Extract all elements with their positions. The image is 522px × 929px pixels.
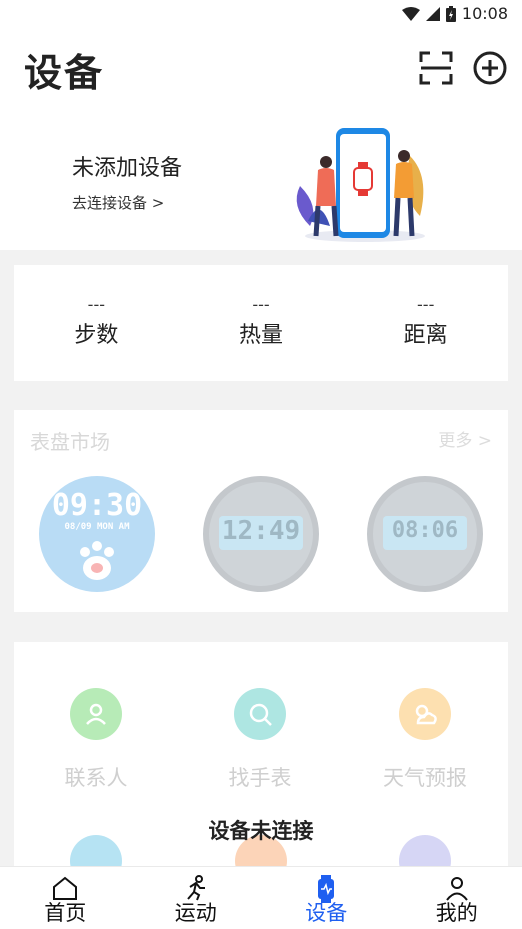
add-device-prompt[interactable]: 未添加设备 去连接设备 > (72, 150, 182, 213)
connect-device-link[interactable]: 去连接设备 > (72, 192, 182, 213)
tab-label: 首页 (0, 897, 131, 927)
stat-value: --- (14, 297, 179, 313)
tab-label: 运动 (131, 897, 262, 927)
connect-illustration (290, 126, 440, 244)
stat-label: 距离 (343, 317, 508, 349)
contact-icon (70, 688, 122, 740)
status-time: 10:08 (462, 4, 508, 23)
scan-button[interactable] (418, 50, 454, 86)
tab-device[interactable]: 设备 (261, 867, 392, 929)
wifi-icon (402, 7, 420, 21)
stat-label: 步数 (14, 317, 179, 349)
func-label: 找手表 (195, 762, 325, 792)
header: 设备 未添加设备 去连接设备 > (0, 28, 522, 250)
battery-icon (446, 6, 456, 22)
bottom-tab-bar: 首页 运动 设备 我的 (0, 866, 522, 929)
find-watch-icon (234, 688, 286, 740)
face-date: 08/09 MON AM (39, 522, 155, 532)
cat-paw-icon (75, 538, 119, 582)
tab-profile[interactable]: 我的 (392, 867, 522, 929)
stat-value: --- (179, 297, 344, 313)
tab-label: 我的 (392, 897, 522, 927)
watch-face-market: 表盘市场 更多 > 09:30 08/09 MON AM 12:49 08:06 (14, 410, 508, 612)
watch-face-2[interactable]: 12:49 (203, 476, 319, 592)
hero-title: 未添加设备 (72, 150, 182, 182)
face-time: 09:30 (39, 488, 155, 523)
add-circle-icon (473, 51, 507, 85)
stat-label: 热量 (179, 317, 344, 349)
tab-label: 设备 (261, 897, 392, 927)
face-time: 12:49 (209, 516, 313, 546)
add-device-button[interactable] (472, 50, 508, 86)
stat-steps: --- 步数 (14, 265, 179, 381)
weather-icon (399, 688, 451, 740)
stats-card: --- 步数 --- 热量 --- 距离 (14, 265, 508, 381)
func-contacts[interactable]: 联系人 (31, 688, 161, 792)
watch-face-1[interactable]: 09:30 08/09 MON AM (39, 476, 155, 592)
market-title: 表盘市场 (30, 426, 110, 455)
more-link[interactable]: 更多 > (438, 426, 492, 451)
page-title: 设备 (24, 42, 104, 97)
func-label: 天气预报 (360, 762, 490, 792)
tab-home[interactable]: 首页 (0, 867, 131, 929)
device-disconnected-message: 设备未连接 (0, 815, 522, 845)
stat-calories: --- 热量 (179, 265, 344, 381)
face-time: 08:06 (373, 518, 477, 543)
watch-face-3[interactable]: 08:06 (367, 476, 483, 592)
stat-distance: --- 距离 (343, 265, 508, 381)
func-weather[interactable]: 天气预报 (360, 688, 490, 792)
stat-value: --- (343, 297, 508, 313)
device-functions: 联系人 找手表 天气预报 (14, 642, 508, 882)
func-find-watch[interactable]: 找手表 (195, 688, 325, 792)
signal-icon (426, 7, 440, 21)
scan-icon (419, 51, 453, 85)
tab-sport[interactable]: 运动 (131, 867, 262, 929)
status-bar: 10:08 (0, 0, 522, 28)
func-label: 联系人 (31, 762, 161, 792)
